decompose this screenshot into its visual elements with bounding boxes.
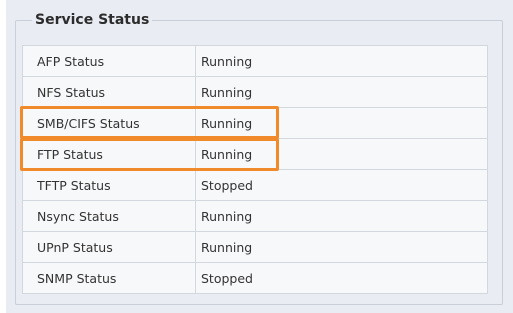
snmp-status-value: Stopped: [195, 262, 488, 294]
table-row: UPnP Status Running: [22, 231, 488, 263]
snmp-status-label: SNMP Status: [22, 262, 196, 294]
table-row: Nsync Status Running: [22, 200, 488, 232]
ftp-status-value: Running: [195, 138, 488, 170]
tftp-status-value: Stopped: [195, 169, 488, 201]
table-row: TFTP Status Stopped: [22, 169, 488, 201]
table-row: SNMP Status Stopped: [22, 262, 488, 294]
afp-status-value: Running: [195, 45, 488, 77]
table-row: NFS Status Running: [22, 76, 488, 108]
upnp-status-value: Running: [195, 231, 488, 263]
afp-status-label: AFP Status: [22, 45, 196, 77]
table-row: SMB/CIFS Status Running: [22, 107, 488, 139]
smb-cifs-status-label: SMB/CIFS Status: [22, 107, 196, 139]
tftp-status-label: TFTP Status: [22, 169, 196, 201]
table-row: FTP Status Running: [22, 138, 488, 170]
upnp-status-label: UPnP Status: [22, 231, 196, 263]
service-status-table: AFP Status Running NFS Status Running SM…: [22, 45, 488, 294]
nfs-status-label: NFS Status: [22, 76, 196, 108]
nsync-status-value: Running: [195, 200, 488, 232]
service-status-legend: Service Status: [32, 10, 153, 30]
smb-cifs-status-value: Running: [195, 107, 488, 139]
nfs-status-value: Running: [195, 76, 488, 108]
ftp-status-label: FTP Status: [22, 138, 196, 170]
table-row: AFP Status Running: [22, 45, 488, 77]
nsync-status-label: Nsync Status: [22, 200, 196, 232]
